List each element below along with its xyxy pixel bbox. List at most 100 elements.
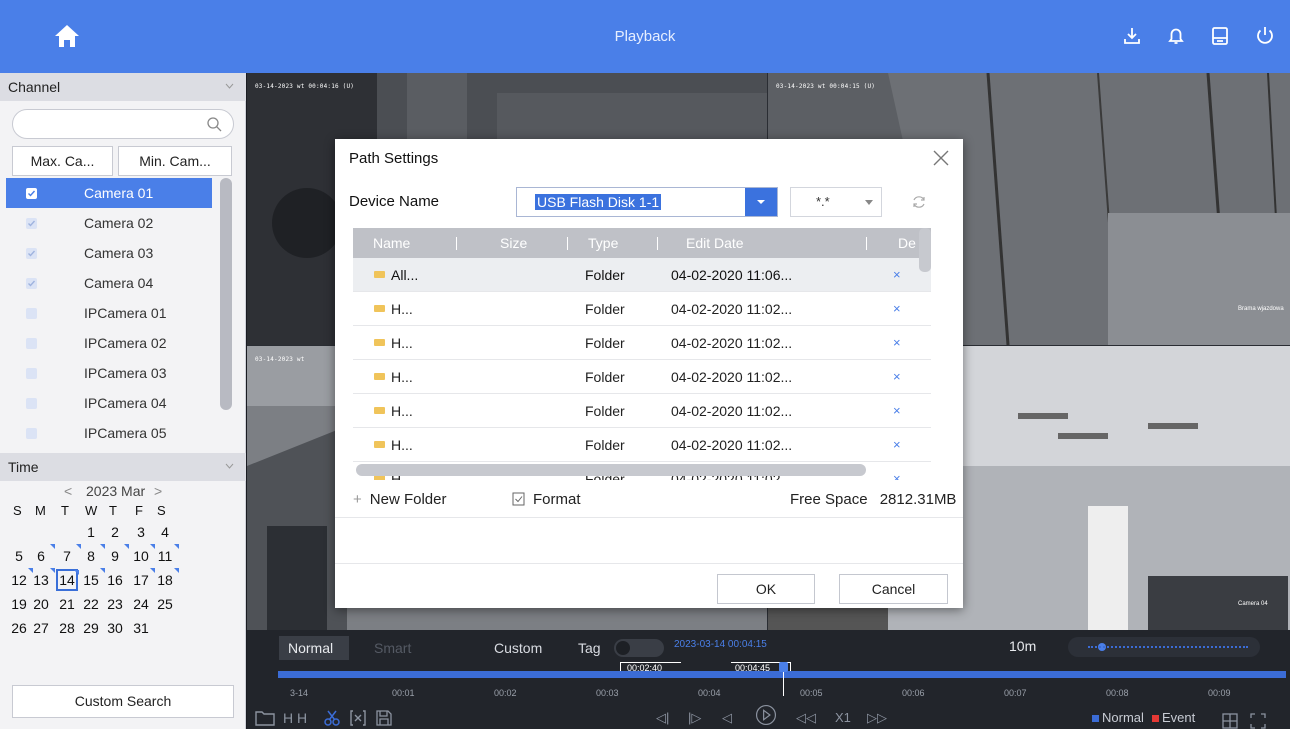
- slow-icon[interactable]: ◁◁: [796, 707, 816, 729]
- playhead[interactable]: [779, 662, 788, 672]
- camera-item[interactable]: IPCamera 03: [6, 358, 212, 388]
- format-button[interactable]: Format: [512, 491, 581, 508]
- calendar-day[interactable]: 11: [154, 544, 179, 567]
- column-edit-date[interactable]: Edit Date: [686, 228, 744, 258]
- tag-toggle[interactable]: [614, 639, 664, 657]
- camera-item[interactable]: Camera 04: [6, 268, 212, 298]
- mode-normal[interactable]: Normal: [279, 636, 349, 660]
- file-filter-select[interactable]: *.*: [790, 187, 882, 217]
- calendar-day[interactable]: 17: [130, 568, 155, 591]
- play-icon[interactable]: [752, 704, 780, 726]
- calendar-day[interactable]: 13: [30, 568, 55, 591]
- time-section-header[interactable]: Time: [0, 453, 246, 481]
- min-cam-button[interactable]: Min. Cam...: [118, 146, 232, 176]
- calendar-day[interactable]: 15: [80, 568, 105, 591]
- checkbox[interactable]: [26, 278, 37, 289]
- calendar-day[interactable]: 24: [130, 593, 152, 615]
- calendar-day[interactable]: 27: [30, 617, 52, 639]
- table-row[interactable]: H... Folder 04-02-2020 11:02... ×: [353, 292, 931, 326]
- calendar-day[interactable]: 10: [130, 544, 155, 567]
- max-cam-button[interactable]: Max. Ca...: [12, 146, 113, 176]
- power-icon[interactable]: [1253, 24, 1277, 48]
- calendar-day[interactable]: 19: [8, 593, 30, 615]
- delete-icon[interactable]: ×: [893, 360, 901, 394]
- step-forward-icon[interactable]: |▷: [688, 707, 701, 729]
- table-row[interactable]: H... Folder 04-02-2020 11:02... ×: [353, 326, 931, 360]
- calendar-day[interactable]: 22: [80, 593, 102, 615]
- camera-item[interactable]: Camera 01: [6, 178, 212, 208]
- delete-icon[interactable]: ×: [893, 462, 901, 480]
- next-month-arrow[interactable]: >: [154, 483, 162, 499]
- folder-icon[interactable]: [255, 707, 275, 729]
- calendar-day[interactable]: 1: [80, 521, 102, 543]
- device-name-select[interactable]: USB Flash Disk 1-1: [516, 187, 778, 217]
- checkbox[interactable]: [26, 428, 37, 439]
- calendar-day[interactable]: 6: [30, 544, 55, 567]
- camera-item[interactable]: IPCamera 05: [6, 418, 212, 448]
- step-back-icon[interactable]: ◁|: [656, 707, 669, 729]
- calendar-day[interactable]: 20: [30, 593, 52, 615]
- channel-search-input[interactable]: [12, 109, 234, 139]
- file-table-vscroll[interactable]: [919, 228, 931, 272]
- new-folder-button[interactable]: + New Folder: [353, 491, 446, 508]
- column-name[interactable]: Name: [373, 228, 410, 258]
- channel-section-header[interactable]: Channel: [0, 73, 246, 101]
- camera-item[interactable]: IPCamera 01: [6, 298, 212, 328]
- download-icon[interactable]: [1120, 24, 1144, 48]
- layout-grid-icon[interactable]: [1222, 710, 1238, 729]
- calendar-day[interactable]: 7: [56, 544, 81, 567]
- calendar-day[interactable]: 28: [56, 617, 78, 639]
- calendar-day[interactable]: 2: [104, 521, 126, 543]
- refresh-icon[interactable]: [911, 194, 927, 210]
- checkbox[interactable]: [26, 338, 37, 349]
- camera-item[interactable]: Camera 02: [6, 208, 212, 238]
- calendar-day[interactable]: 31: [130, 617, 152, 639]
- checkbox[interactable]: [26, 398, 37, 409]
- calendar-day[interactable]: 23: [104, 593, 126, 615]
- calendar-day[interactable]: 8: [80, 544, 105, 567]
- fullscreen-icon[interactable]: [1250, 710, 1266, 729]
- file-table-hscroll[interactable]: [356, 464, 866, 476]
- calendar-day[interactable]: 18: [154, 568, 179, 591]
- scissors-icon[interactable]: [323, 707, 341, 729]
- table-row[interactable]: H... Folder 04-02-2020 11:02... ×: [353, 428, 931, 462]
- checkbox[interactable]: [26, 188, 37, 199]
- device-dropdown-arrow[interactable]: [745, 188, 777, 216]
- fast-icon[interactable]: ▷▷: [867, 707, 887, 729]
- clip-marker-icon[interactable]: H H: [283, 707, 307, 729]
- archive-icon[interactable]: [1208, 24, 1232, 48]
- calendar-day[interactable]: 16: [104, 569, 126, 591]
- close-icon[interactable]: [931, 148, 951, 168]
- table-row[interactable]: All... Folder 04-02-2020 11:06... ×: [353, 258, 931, 292]
- custom-search-button[interactable]: Custom Search: [12, 685, 234, 718]
- calendar-day[interactable]: 5: [8, 545, 30, 567]
- calendar-day[interactable]: 3: [130, 521, 152, 543]
- camera-item[interactable]: Camera 03: [6, 238, 212, 268]
- delete-icon[interactable]: ×: [893, 326, 901, 360]
- column-delete[interactable]: De: [898, 228, 916, 258]
- checkbox[interactable]: [26, 308, 37, 319]
- delete-icon[interactable]: ×: [893, 428, 901, 462]
- calendar-day[interactable]: 25: [154, 593, 176, 615]
- calendar-day[interactable]: 14: [56, 569, 79, 591]
- save-icon[interactable]: [375, 707, 393, 729]
- zoom-slider[interactable]: [1068, 637, 1260, 657]
- mode-custom[interactable]: Custom: [494, 636, 542, 660]
- reverse-play-icon[interactable]: ◁: [722, 707, 732, 729]
- calendar-day[interactable]: 29: [80, 617, 102, 639]
- calendar-day[interactable]: 26: [8, 617, 30, 639]
- column-type[interactable]: Type: [588, 228, 618, 258]
- mode-smart[interactable]: Smart: [374, 636, 411, 660]
- bell-icon[interactable]: [1164, 24, 1188, 48]
- checkbox[interactable]: [26, 218, 37, 229]
- clip-cut-icon[interactable]: [349, 707, 367, 729]
- calendar-day[interactable]: 21: [56, 593, 78, 615]
- calendar-day[interactable]: 4: [154, 521, 176, 543]
- delete-icon[interactable]: ×: [893, 258, 901, 292]
- ok-button[interactable]: OK: [717, 574, 815, 604]
- camera-item[interactable]: IPCamera 04: [6, 388, 212, 418]
- calendar-day[interactable]: 12: [8, 568, 33, 591]
- camera-list-scrollbar[interactable]: [220, 178, 232, 410]
- calendar-day[interactable]: 30: [104, 617, 126, 639]
- delete-icon[interactable]: ×: [893, 394, 901, 428]
